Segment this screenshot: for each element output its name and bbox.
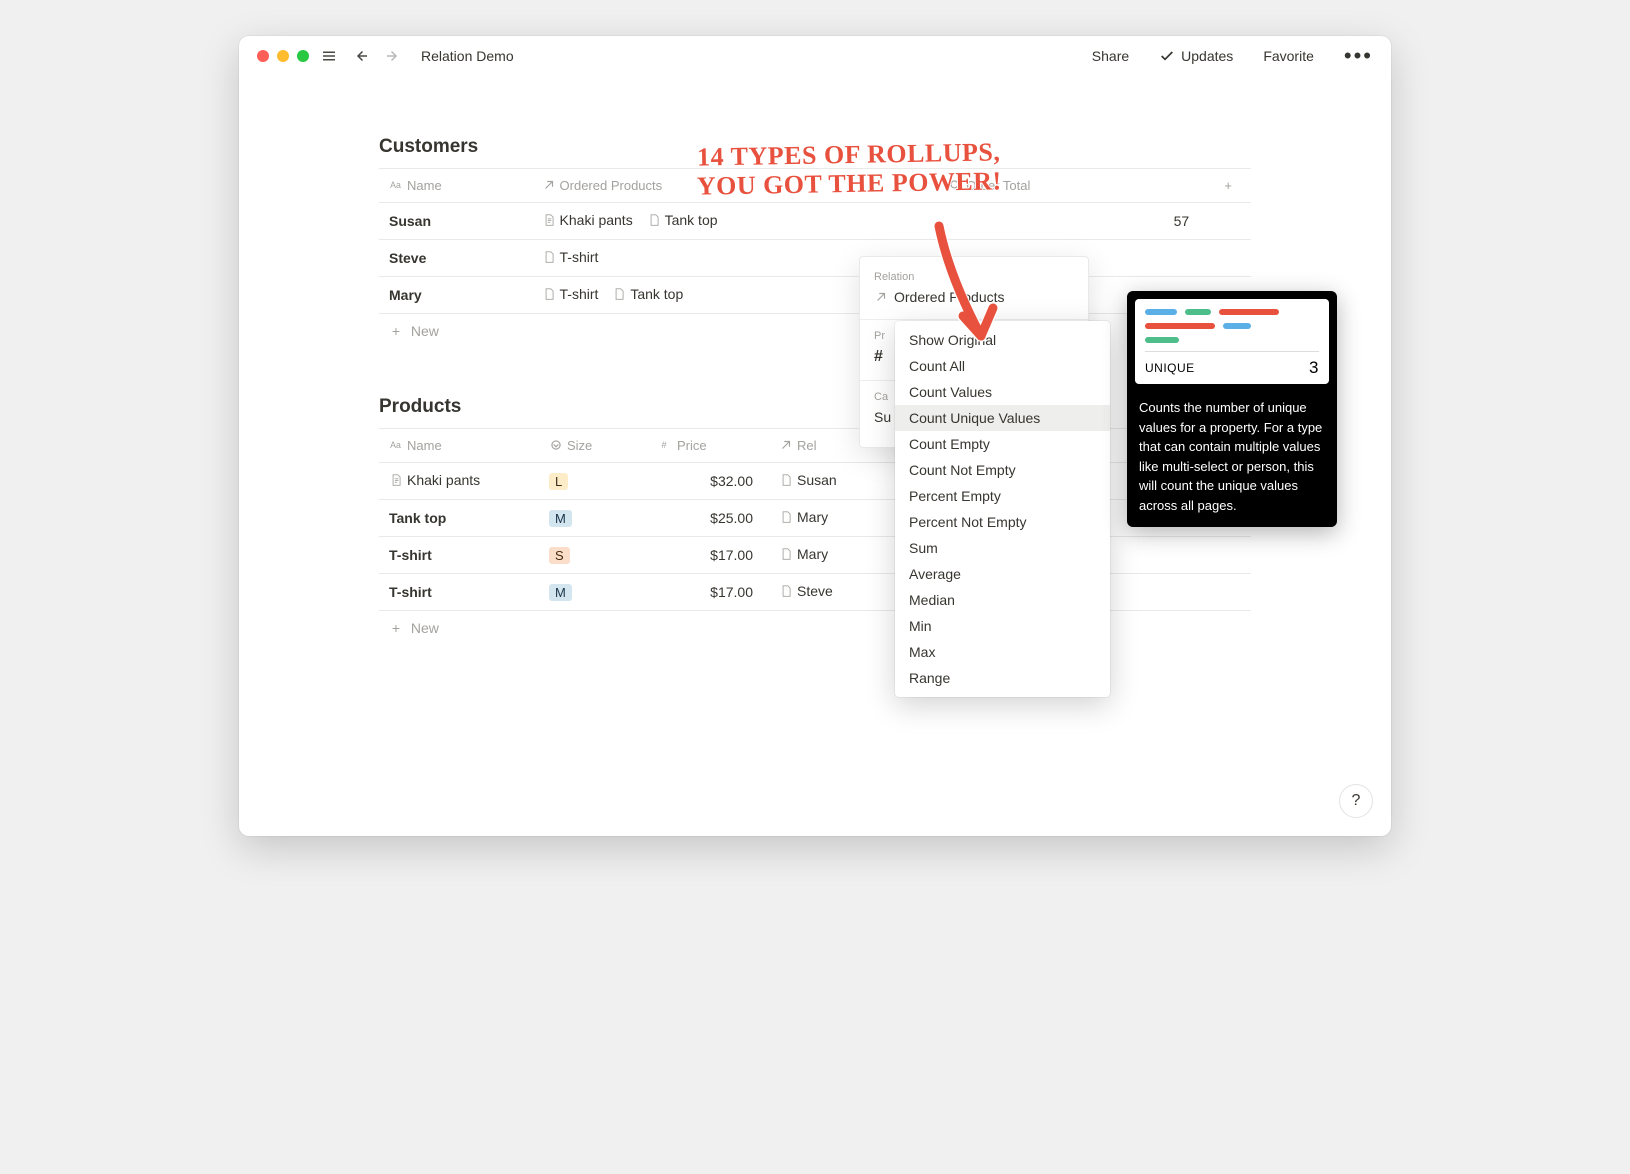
help-button[interactable]: ? xyxy=(1339,784,1373,818)
cell-name[interactable]: Tank top xyxy=(379,500,539,537)
rollup-option[interactable]: Count Unique Values xyxy=(895,405,1110,431)
tooltip-label: UNIQUE xyxy=(1145,361,1195,375)
relation-icon xyxy=(542,178,560,193)
products-col-size[interactable]: Size xyxy=(539,429,649,463)
tooltip-value: 3 xyxy=(1309,358,1319,378)
cell-size[interactable]: S xyxy=(539,537,649,574)
text-icon: Aa xyxy=(389,438,407,453)
table-row[interactable]: Mary T-shirt Tank top xyxy=(379,277,1251,314)
hamburger-icon[interactable] xyxy=(317,44,341,68)
table-row[interactable]: Tank top M $25.00 Mary xyxy=(379,500,1251,537)
cell-name[interactable]: Mary xyxy=(379,277,532,314)
cell-price[interactable]: $32.00 xyxy=(649,463,769,500)
rollup-option[interactable]: Median xyxy=(895,587,1110,613)
table-row[interactable]: Khaki pants L $32.00 Susan xyxy=(379,463,1251,500)
titlebar: Relation Demo Share Updates Favorite ••• xyxy=(239,36,1391,76)
cell-price[interactable]: $17.00 xyxy=(649,574,769,611)
svg-text:Aa: Aa xyxy=(390,440,401,450)
cell-size[interactable]: M xyxy=(539,574,649,611)
svg-text:#: # xyxy=(661,440,667,450)
number-icon: # xyxy=(659,438,677,453)
plus-icon: + xyxy=(389,323,403,339)
forward-button[interactable] xyxy=(381,44,405,68)
updates-label: Updates xyxy=(1181,48,1233,64)
cell-size[interactable]: L xyxy=(539,463,649,500)
share-button[interactable]: Share xyxy=(1092,48,1129,64)
rollup-option[interactable]: Sum xyxy=(895,535,1110,561)
cell-name[interactable]: Steve xyxy=(379,240,532,277)
app-window: Relation Demo Share Updates Favorite •••… xyxy=(239,36,1391,836)
rollup-function-menu[interactable]: Show OriginalCount AllCount ValuesCount … xyxy=(895,321,1110,697)
relation-icon xyxy=(779,438,797,453)
new-row-button[interactable]: + New xyxy=(379,611,1251,646)
annotation-arrow-icon xyxy=(919,216,1019,366)
more-menu-button[interactable]: ••• xyxy=(1344,45,1373,67)
cell-price[interactable]: $17.00 xyxy=(649,537,769,574)
products-table: AaName Size #Price Rel Khaki pants xyxy=(379,428,1251,645)
cell-size[interactable]: M xyxy=(539,500,649,537)
maximize-window-button[interactable] xyxy=(297,50,309,62)
products-col-price[interactable]: #Price xyxy=(649,429,769,463)
rollup-option[interactable]: Count Values xyxy=(895,379,1110,405)
new-row-button[interactable]: + New xyxy=(379,314,1251,349)
minimize-window-button[interactable] xyxy=(277,50,289,62)
cell-name[interactable]: Khaki pants xyxy=(379,463,539,500)
table-row[interactable]: T-shirt S $17.00 Mary xyxy=(379,537,1251,574)
tooltip-description: Counts the number of unique values for a… xyxy=(1127,392,1337,527)
updates-button[interactable]: Updates xyxy=(1159,48,1233,64)
traffic-lights xyxy=(257,50,309,62)
tooltip-preview: UNIQUE 3 xyxy=(1135,299,1329,384)
select-icon xyxy=(549,438,567,453)
cell-name[interactable]: T-shirt xyxy=(379,574,539,611)
products-col-name[interactable]: AaName xyxy=(379,429,539,463)
cell-name[interactable]: T-shirt xyxy=(379,537,539,574)
customers-col-name[interactable]: AaName xyxy=(379,169,532,203)
text-icon: Aa xyxy=(389,178,407,193)
rollup-option[interactable]: Range xyxy=(895,665,1110,691)
plus-icon: + xyxy=(389,620,403,636)
table-row[interactable]: Steve T-shirt xyxy=(379,240,1251,277)
cell-price[interactable]: $25.00 xyxy=(649,500,769,537)
favorite-button[interactable]: Favorite xyxy=(1263,48,1314,64)
rollup-option[interactable]: Percent Empty xyxy=(895,483,1110,509)
rollup-option[interactable]: Max xyxy=(895,639,1110,665)
annotation-text: 14 types of rollups, you got the power! xyxy=(669,138,1030,201)
rollup-option[interactable]: Count Empty xyxy=(895,431,1110,457)
table-row[interactable]: T-shirt M $17.00 Steve xyxy=(379,574,1251,611)
back-button[interactable] xyxy=(349,44,373,68)
close-window-button[interactable] xyxy=(257,50,269,62)
svg-text:Aa: Aa xyxy=(390,180,401,190)
cell-name[interactable]: Susan xyxy=(379,203,532,240)
products-title[interactable]: Products xyxy=(379,396,1251,418)
rollup-tooltip: UNIQUE 3 Counts the number of unique val… xyxy=(1127,291,1337,527)
cell-ordered[interactable]: Khaki pants Tank top xyxy=(532,203,939,240)
rollup-option[interactable]: Average xyxy=(895,561,1110,587)
rollup-option[interactable]: Count Not Empty xyxy=(895,457,1110,483)
customers-add-column[interactable]: + xyxy=(1205,169,1251,203)
rollup-option[interactable]: Percent Not Empty xyxy=(895,509,1110,535)
table-row[interactable]: Susan Khaki pants Tank top 57 xyxy=(379,203,1251,240)
rollup-option[interactable]: Min xyxy=(895,613,1110,639)
page-title[interactable]: Relation Demo xyxy=(421,48,514,64)
